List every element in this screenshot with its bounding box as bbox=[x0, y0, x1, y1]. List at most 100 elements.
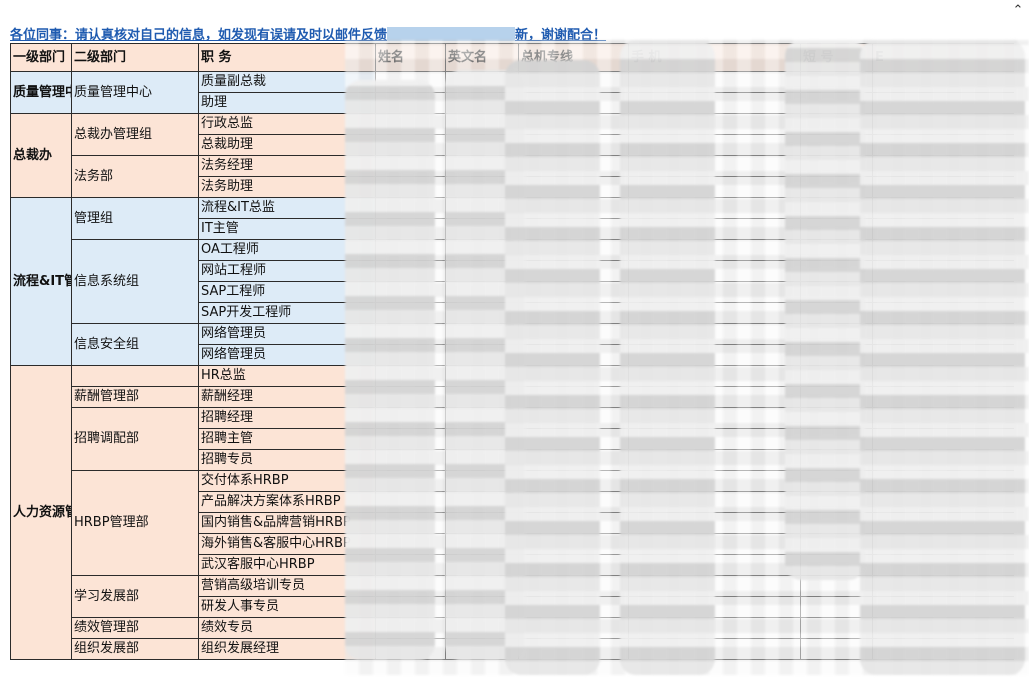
job-title-cell: 产品解决方案体系HRBP bbox=[198, 491, 376, 513]
redacted-cell bbox=[872, 344, 1014, 366]
redacted-cell bbox=[800, 386, 873, 408]
chevron-up-icon[interactable]: ⌃ bbox=[1011, 4, 1025, 18]
notice-banner[interactable]: 各位同事：请认真核对自己的信息，如发现有误请及时以邮件反馈 新，谢谢配合！ bbox=[10, 24, 607, 43]
redacted-cell bbox=[872, 92, 1014, 114]
redacted-cell bbox=[628, 365, 801, 387]
column-header[interactable]: 短 号 bbox=[800, 43, 873, 72]
job-title-cell: IT主管 bbox=[198, 218, 376, 240]
redacted-cell bbox=[628, 260, 801, 282]
column-header[interactable]: 英文名 bbox=[445, 43, 519, 72]
redacted-cell bbox=[445, 218, 519, 240]
header-row: 一级部门 二级部门职 务姓名 英文名 总机专线手 机短 号E bbox=[10, 43, 1014, 72]
redacted-cell bbox=[445, 491, 519, 513]
job-title-cell: 招聘经理 bbox=[198, 407, 376, 429]
level2-dept-cell: 质量管理中心 bbox=[71, 71, 199, 114]
redacted-cell bbox=[872, 470, 1014, 492]
redacted-cell bbox=[800, 638, 873, 660]
notice-text-end: 新，谢谢配合！ bbox=[515, 28, 607, 43]
redacted-cell bbox=[375, 239, 446, 261]
redacted-email bbox=[387, 27, 516, 41]
redacted-cell bbox=[800, 554, 873, 576]
redacted-cell bbox=[872, 449, 1014, 471]
redacted-cell bbox=[800, 281, 873, 303]
redacted-cell bbox=[872, 218, 1014, 240]
redacted-cell bbox=[872, 575, 1014, 597]
redacted-cell bbox=[872, 386, 1014, 408]
redacted-cell bbox=[800, 92, 873, 114]
redacted-cell bbox=[872, 323, 1014, 345]
redacted-cell bbox=[375, 134, 446, 156]
redacted-cell bbox=[628, 302, 801, 324]
redacted-cell bbox=[375, 491, 446, 513]
table-row: 绩效管理部 绩效专员 bbox=[11, 617, 1014, 639]
redacted-cell bbox=[872, 197, 1014, 219]
redacted-cell bbox=[628, 71, 801, 93]
redacted-cell bbox=[518, 575, 629, 597]
redacted-cell bbox=[445, 596, 519, 618]
level2-dept-cell: 信息系统组 bbox=[71, 239, 199, 324]
redacted-cell bbox=[872, 554, 1014, 576]
level1-dept-cell: 人力资源管理部 bbox=[10, 365, 72, 660]
redacted-cell bbox=[872, 617, 1014, 639]
redacted-cell bbox=[518, 428, 629, 450]
job-title-cell: 组织发展经理 bbox=[198, 638, 376, 660]
redacted-cell bbox=[872, 302, 1014, 324]
redacted-cell bbox=[375, 428, 446, 450]
redacted-cell bbox=[800, 596, 873, 618]
redacted-cell bbox=[872, 512, 1014, 534]
redacted-cell bbox=[518, 302, 629, 324]
redacted-cell bbox=[628, 554, 801, 576]
redacted-cell bbox=[518, 638, 629, 660]
redacted-cell bbox=[445, 71, 519, 93]
redacted-cell bbox=[445, 176, 519, 198]
redacted-cell bbox=[445, 155, 519, 177]
redacted-cell bbox=[800, 533, 873, 555]
redacted-cell bbox=[628, 638, 801, 660]
job-title-cell: 法务助理 bbox=[198, 176, 376, 198]
redacted-cell bbox=[872, 134, 1014, 156]
redacted-cell bbox=[518, 365, 629, 387]
column-header[interactable]: 一级部门 bbox=[10, 43, 72, 72]
column-header[interactable]: 职 务 bbox=[198, 43, 376, 72]
redacted-cell bbox=[445, 344, 519, 366]
column-header[interactable]: 总机专线 bbox=[518, 43, 629, 72]
column-header[interactable]: 姓名 bbox=[375, 43, 446, 72]
redacted-cell bbox=[518, 449, 629, 471]
table-body: 质量管理中心质量管理中心质量副总裁助理总裁办总裁办管理组行政总监总裁助理法务部法… bbox=[10, 71, 1014, 660]
column-header[interactable]: 二级部门 bbox=[71, 43, 199, 72]
column-header[interactable]: E bbox=[872, 43, 1014, 72]
redacted-cell bbox=[518, 176, 629, 198]
level2-dept-cell: 信息安全组 bbox=[71, 323, 199, 366]
redacted-cell bbox=[445, 449, 519, 471]
column-header[interactable]: 手 机 bbox=[628, 43, 801, 72]
table-row: 流程&IT管理中心管理组流程&IT总监 bbox=[10, 197, 1014, 366]
redacted-cell bbox=[872, 428, 1014, 450]
job-title-cell: SAP工程师 bbox=[198, 281, 376, 303]
job-title-cell: 招聘主管 bbox=[198, 428, 376, 450]
level2-dept-cell: 总裁办管理组 bbox=[71, 113, 199, 156]
redacted-cell bbox=[872, 491, 1014, 513]
redacted-cell bbox=[800, 155, 873, 177]
redacted-cell bbox=[518, 596, 629, 618]
job-title-cell: 流程&IT总监 bbox=[198, 197, 376, 219]
redacted-cell bbox=[375, 281, 446, 303]
redacted-cell bbox=[375, 113, 446, 135]
redacted-cell bbox=[518, 197, 629, 219]
redacted-cell bbox=[872, 176, 1014, 198]
redacted-cell bbox=[375, 512, 446, 534]
level2-dept-cell: HRBP管理部 bbox=[71, 470, 199, 576]
redacted-cell bbox=[800, 197, 873, 219]
redacted-cell bbox=[445, 575, 519, 597]
redacted-cell bbox=[800, 365, 873, 387]
redacted-cell bbox=[375, 575, 446, 597]
redacted-cell bbox=[445, 281, 519, 303]
redacted-cell bbox=[628, 575, 801, 597]
redacted-cell bbox=[628, 533, 801, 555]
redacted-cell bbox=[872, 113, 1014, 135]
table-row: 信息安全组 网络管理员 bbox=[11, 323, 1014, 366]
redacted-cell bbox=[800, 575, 873, 597]
redacted-cell bbox=[628, 470, 801, 492]
level1-dept-cell: 质量管理中心 bbox=[10, 71, 72, 114]
job-title-cell: 行政总监 bbox=[198, 113, 376, 135]
redacted-cell bbox=[445, 92, 519, 114]
